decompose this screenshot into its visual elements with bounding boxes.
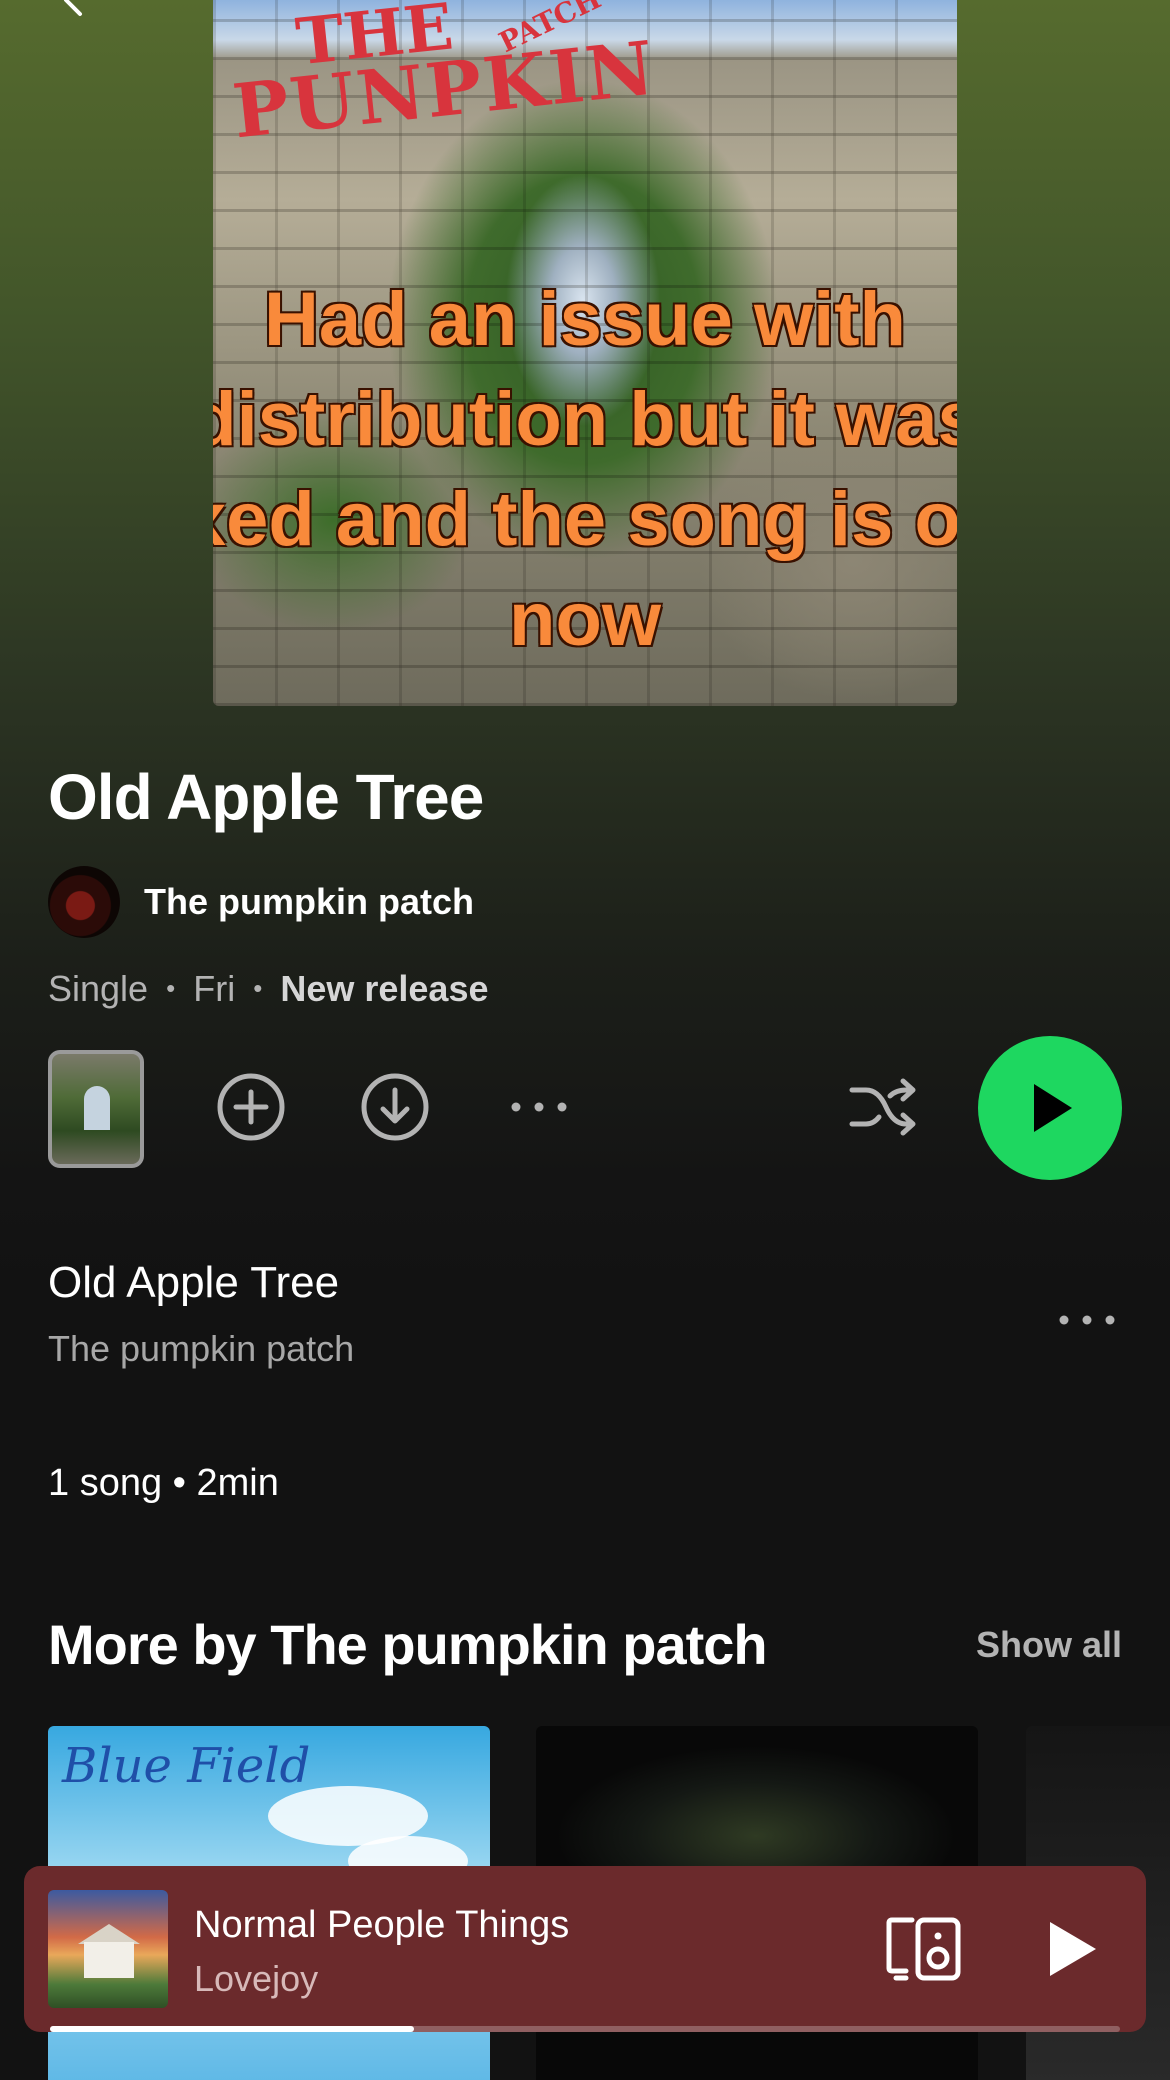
now-playing-artist: Lovejoy xyxy=(194,1958,319,1999)
release-type: Single xyxy=(48,968,149,1009)
add-circle-icon[interactable] xyxy=(216,1072,286,1142)
download-circle-icon[interactable] xyxy=(360,1072,430,1142)
artist-row[interactable]: The pumpkin patch xyxy=(48,866,474,938)
album-cover-art: THE PUNPKIN PATCH Had an issue with dist… xyxy=(213,0,957,706)
artist-name[interactable]: The pumpkin patch xyxy=(144,881,474,923)
release-meta: Single • Fri • New release xyxy=(48,968,489,1010)
playback-progress-bar[interactable] xyxy=(50,2026,1120,2032)
playback-progress-fill xyxy=(50,2026,414,2032)
album-art-text: Blue Field xyxy=(62,1738,311,1794)
show-all-link[interactable]: Show all xyxy=(976,1624,1122,1666)
cover-thumbnail-button[interactable] xyxy=(48,1050,144,1168)
mini-player[interactable]: Normal People Things Lovejoy xyxy=(24,1866,1146,2032)
now-playing-art xyxy=(48,1890,168,2008)
cover-caption: Had an issue with distribution but it wa… xyxy=(213,277,957,662)
album-page: THE PUNPKIN PATCH Had an issue with dist… xyxy=(0,0,1170,2080)
track-row[interactable]: Old Apple Tree The pumpkin patch xyxy=(48,1258,1122,1388)
play-icon[interactable] xyxy=(1040,1918,1102,1980)
release-title: Old Apple Tree xyxy=(48,761,484,833)
now-playing-title: Normal People Things xyxy=(194,1904,570,1946)
track-title: Old Apple Tree xyxy=(48,1258,340,1307)
play-icon xyxy=(1034,1084,1072,1132)
meta-separator: • xyxy=(253,973,263,1003)
release-summary: 1 song • 2min xyxy=(48,1462,279,1504)
play-button[interactable] xyxy=(978,1036,1122,1180)
artist-avatar[interactable] xyxy=(48,866,120,938)
more-horizontal-icon[interactable] xyxy=(1052,1300,1122,1340)
shuffle-icon[interactable] xyxy=(848,1072,918,1142)
track-artist: The pumpkin patch xyxy=(48,1328,355,1369)
action-bar xyxy=(48,1036,1122,1182)
connect-device-icon[interactable] xyxy=(886,1916,962,1982)
meta-separator: • xyxy=(166,973,176,1003)
house-roof xyxy=(78,1924,140,1944)
more-by-heading: More by The pumpkin patch xyxy=(48,1613,768,1676)
release-date: Fri xyxy=(193,968,236,1009)
new-release-badge: New release xyxy=(280,968,489,1009)
more-horizontal-icon[interactable] xyxy=(504,1072,574,1142)
chevron-left-icon[interactable] xyxy=(54,0,94,20)
house-body xyxy=(84,1942,134,1978)
